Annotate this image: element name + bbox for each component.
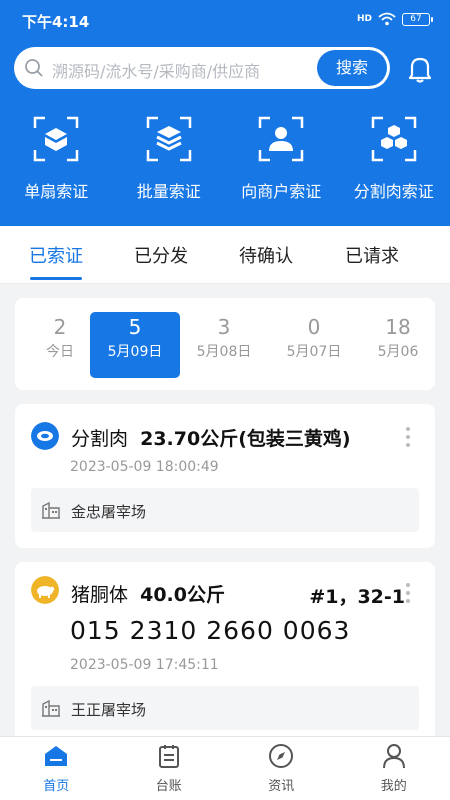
nav-home[interactable]: 首页 (0, 737, 113, 800)
record-title: 分割肉 23.70公斤(包装三黄鸡) (71, 428, 351, 450)
user-scan-icon (259, 116, 304, 162)
action-cut-meat[interactable]: 分割肉索证 (338, 116, 450, 202)
tab-requested[interactable]: 已请求 (345, 242, 399, 268)
search-icon (25, 59, 43, 77)
tab-certified[interactable]: 已索证 (29, 242, 83, 268)
location-name: 金忠屠宰场 (71, 503, 147, 521)
meat-cut-icon (31, 422, 59, 450)
nav-ledger[interactable]: 台账 (113, 737, 226, 800)
action-label: 向商户索证 (241, 182, 322, 201)
tab-pending[interactable]: 待确认 (239, 242, 293, 268)
tab-bar: 已索证 已分发 待确认 已请求 (0, 226, 450, 284)
nav-mine[interactable]: 我的 (338, 737, 450, 800)
more-icon[interactable] (405, 582, 411, 604)
action-single[interactable]: 单扇索证 (0, 116, 113, 202)
signal-icon: HD (356, 14, 372, 24)
record-time: 2023-05-09 17:45:11 (70, 657, 219, 673)
box-scan-icon (34, 116, 79, 162)
action-label: 批量索证 (136, 182, 201, 201)
status-bar: 下午4:14 HD 67 (0, 0, 450, 40)
more-icon[interactable] (405, 426, 411, 448)
date-selector: 2 今日 5 5月09日 3 5月08日 0 5月07日 18 5月06 (15, 298, 435, 390)
record-time: 2023-05-09 18:00:49 (70, 459, 219, 475)
date-item-selected[interactable]: 5 5月09日 (90, 312, 180, 378)
quick-actions: 单扇索证 批量索证 向商户索证 分割肉索证 (0, 116, 450, 202)
tab-distributed[interactable]: 已分发 (134, 242, 188, 268)
search-box: 溯源码/流水号/采购商/供应商 搜索 (14, 47, 390, 89)
trace-code: 015 2310 2660 0063 (70, 616, 351, 645)
search-button[interactable]: 搜索 (317, 50, 387, 86)
search-input[interactable]: 溯源码/流水号/采购商/供应商 (52, 58, 260, 82)
ledger-icon (158, 745, 179, 768)
action-batch[interactable]: 批量索证 (113, 116, 226, 202)
bell-icon[interactable] (404, 53, 436, 85)
record-location: 王正屠宰场 (31, 686, 419, 730)
pig-icon (31, 576, 59, 604)
record-card[interactable]: 分割肉 23.70公斤(包装三黄鸡) 2023-05-09 18:00:49 金… (15, 404, 435, 548)
action-label: 单扇索证 (24, 182, 89, 201)
record-location: 金忠屠宰场 (31, 488, 419, 532)
action-label: 分割肉索证 (353, 182, 434, 201)
home-icon (45, 746, 68, 766)
date-item[interactable]: 0 5月07日 (269, 312, 359, 378)
record-title: 猪胴体 40.0公斤 (71, 584, 225, 606)
bottom-nav: 首页 台账 资讯 我的 (0, 736, 450, 800)
status-time: 下午4:14 (22, 13, 90, 31)
wifi-icon (378, 12, 396, 26)
compass-icon (269, 744, 294, 768)
date-item[interactable]: 3 5月08日 (179, 312, 269, 378)
record-tag: #1，32-1 (309, 586, 405, 608)
building-icon (42, 501, 60, 519)
cubes-scan-icon (371, 116, 416, 162)
header-panel: 下午4:14 HD 67 溯源码/流水号/采购商/供应商 搜索 单扇索证 批量索… (0, 0, 450, 226)
active-tab-indicator (30, 277, 82, 280)
action-merchant[interactable]: 向商户索证 (225, 116, 338, 202)
status-icons: HD 67 (356, 12, 433, 26)
battery-icon: 67 (402, 12, 433, 26)
location-name: 王正屠宰场 (71, 701, 147, 719)
person-icon (382, 744, 405, 769)
date-item[interactable]: 18 5月06 (358, 312, 438, 378)
layers-scan-icon (146, 116, 191, 162)
record-card[interactable]: 猪胴体 40.0公斤 #1，32-1 015 2310 2660 0063 20… (15, 562, 435, 742)
nav-news[interactable]: 资讯 (225, 737, 338, 800)
building-icon (42, 699, 60, 717)
